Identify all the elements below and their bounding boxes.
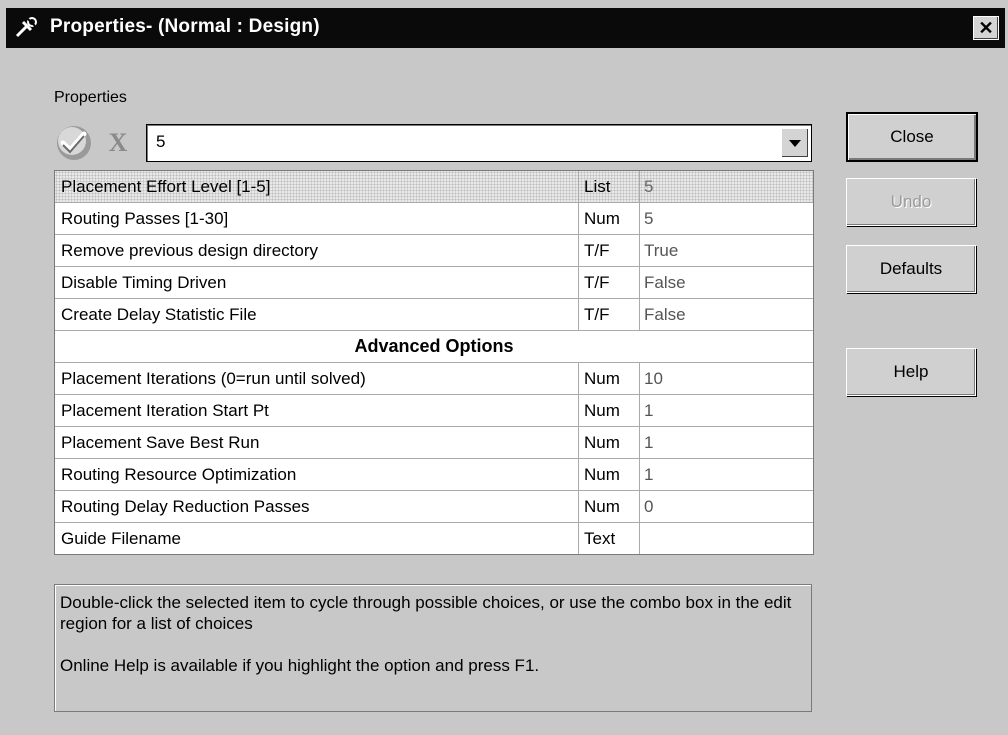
table-row[interactable]: Placement Effort Level [1-5] List 5 <box>55 171 813 203</box>
property-name: Placement Save Best Run <box>55 427 579 458</box>
app-wrench-icon <box>14 16 40 40</box>
property-type: Num <box>579 459 640 490</box>
property-value[interactable] <box>640 523 813 554</box>
property-type: Num <box>579 427 640 458</box>
table-row[interactable]: Create Delay Statistic File T/F False <box>55 299 813 331</box>
table-row[interactable]: Placement Iterations (0=run until solved… <box>55 363 813 395</box>
property-name: Remove previous design directory <box>55 235 579 266</box>
property-name: Guide Filename <box>55 523 579 554</box>
property-name: Routing Resource Optimization <box>55 459 579 490</box>
property-name: Create Delay Statistic File <box>55 299 579 330</box>
property-type: Text <box>579 523 640 554</box>
property-type: Num <box>579 363 640 394</box>
property-type: T/F <box>579 299 640 330</box>
property-type: Num <box>579 491 640 522</box>
property-value[interactable]: 1 <box>640 427 813 458</box>
property-name: Disable Timing Driven <box>55 267 579 298</box>
description-text: Double-click the selected item to cycle … <box>60 593 792 633</box>
properties-dialog: Properties- (Normal : Design) ✕ Properti… <box>0 0 1008 735</box>
table-row[interactable]: Routing Passes [1-30] Num 5 <box>55 203 813 235</box>
property-value[interactable]: True <box>640 235 813 266</box>
cancel-edit-button[interactable]: X <box>98 123 138 163</box>
property-type: List <box>579 171 640 202</box>
combo-value: 5 <box>156 132 166 151</box>
table-row[interactable]: Placement Iteration Start Pt Num 1 <box>55 395 813 427</box>
table-row[interactable]: Disable Timing Driven T/F False <box>55 267 813 299</box>
x-icon: X <box>108 128 128 157</box>
properties-label: Properties <box>54 89 127 106</box>
checkmark-icon <box>57 126 91 160</box>
property-value[interactable]: False <box>640 267 813 298</box>
table-row[interactable]: Routing Delay Reduction Passes Num 0 <box>55 491 813 523</box>
property-value[interactable]: 5 <box>640 171 813 202</box>
table-row[interactable]: Placement Save Best Run Num 1 <box>55 427 813 459</box>
property-name: Routing Passes [1-30] <box>55 203 579 234</box>
property-value[interactable]: 1 <box>640 395 813 426</box>
property-value[interactable]: 1 <box>640 459 813 490</box>
description-panel: Double-click the selected item to cycle … <box>54 584 812 712</box>
undo-button[interactable]: Undo <box>846 178 976 226</box>
property-name: Placement Iterations (0=run until solved… <box>55 363 579 394</box>
defaults-button[interactable]: Defaults <box>846 245 976 293</box>
property-value[interactable]: 0 <box>640 491 813 522</box>
table-row[interactable]: Remove previous design directory T/F Tru… <box>55 235 813 267</box>
dropdown-arrow-icon[interactable] <box>781 128 809 158</box>
property-type: T/F <box>579 267 640 298</box>
section-header-advanced: Advanced Options <box>55 331 813 363</box>
properties-grid: Placement Effort Level [1-5] List 5 Rout… <box>54 170 814 555</box>
property-type: Num <box>579 203 640 234</box>
close-icon[interactable]: ✕ <box>973 16 999 40</box>
property-value[interactable]: 10 <box>640 363 813 394</box>
value-combo-box[interactable]: 5 <box>146 124 812 162</box>
property-name: Placement Iteration Start Pt <box>55 395 579 426</box>
property-type: T/F <box>579 235 640 266</box>
property-value[interactable]: 5 <box>640 203 813 234</box>
table-row[interactable]: Guide Filename Text <box>55 523 813 554</box>
property-value[interactable]: False <box>640 299 813 330</box>
table-row[interactable]: Routing Resource Optimization Num 1 <box>55 459 813 491</box>
property-name: Routing Delay Reduction Passes <box>55 491 579 522</box>
title-bar[interactable]: Properties- (Normal : Design) ✕ <box>6 8 1005 48</box>
accept-button[interactable] <box>54 123 94 163</box>
help-hint-text: Online Help is available if you highligh… <box>60 656 540 675</box>
help-button[interactable]: Help <box>846 348 976 396</box>
property-name: Placement Effort Level [1-5] <box>55 171 579 202</box>
property-type: Num <box>579 395 640 426</box>
window-title: Properties- (Normal : Design) <box>50 16 320 37</box>
close-button[interactable]: Close <box>846 112 978 162</box>
